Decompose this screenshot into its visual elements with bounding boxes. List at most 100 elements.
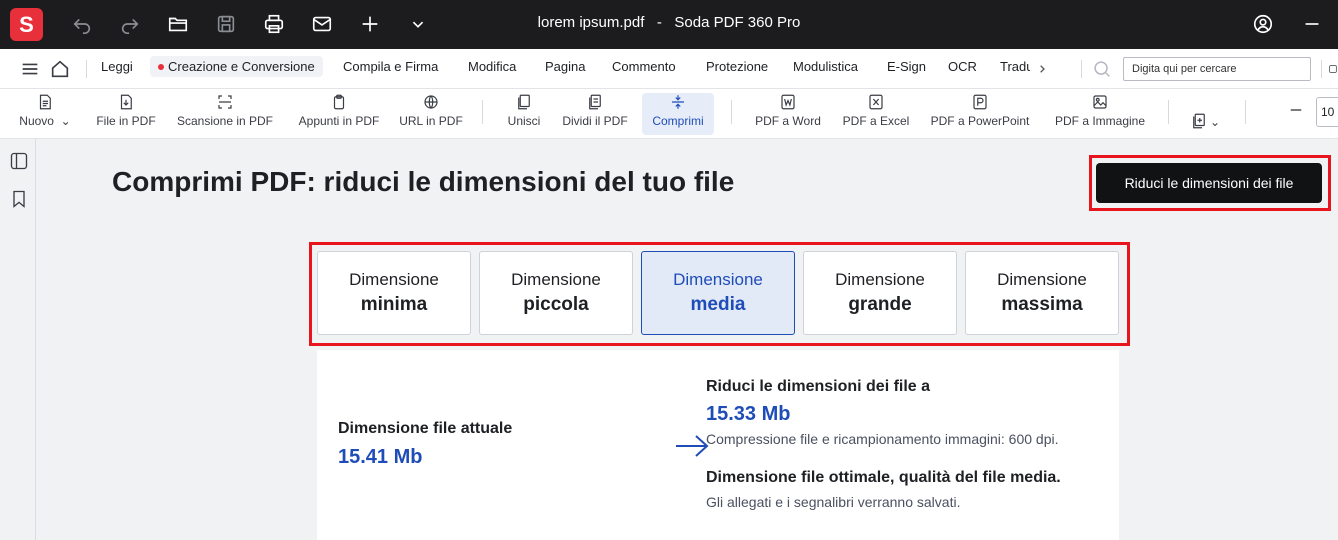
quality-note: Gli allegati e i segnalibri verranno sal…: [706, 494, 961, 510]
minimize-icon[interactable]: [1300, 12, 1324, 36]
title-bar: S lorem ipsum.pdf - Soda PDF 360 Pro: [0, 0, 1338, 49]
tool-label: PDF a Immagine: [1054, 114, 1146, 128]
window-title: lorem ipsum.pdf - Soda PDF 360 Pro: [0, 14, 1338, 31]
tool-dividi[interactable]: Dividi il PDF: [560, 93, 630, 135]
option-media[interactable]: Dimensione media: [641, 251, 795, 335]
tool-pdf-excel[interactable]: PDF a Excel: [842, 93, 910, 135]
option-line2: massima: [1001, 294, 1083, 315]
tool-add-page[interactable]: ⌄: [1190, 101, 1230, 143]
left-sidebar: [0, 139, 36, 540]
menu-item-modifica[interactable]: Modifica: [468, 59, 516, 74]
panel-icon[interactable]: [9, 150, 29, 172]
menu-item-protezione[interactable]: Protezione: [706, 59, 768, 74]
option-grande[interactable]: Dimensione grande: [803, 251, 957, 335]
menu-divider: [86, 60, 87, 78]
tool-pdf-immagine[interactable]: PDF a Immagine: [1049, 93, 1151, 135]
option-line2: grande: [848, 294, 912, 315]
split-icon: [589, 94, 601, 110]
menu-item-leggi[interactable]: Leggi: [101, 59, 133, 74]
search-input[interactable]: Digita qui per cercare: [1123, 57, 1311, 81]
menu-item-creazione-conversione[interactable]: Creazione e Conversione: [150, 56, 323, 77]
toolbar-divider: [482, 100, 483, 124]
tool-pdf-word[interactable]: PDF a Word: [752, 93, 824, 135]
image-icon: [1093, 95, 1107, 109]
chevron-right-icon[interactable]: [1034, 57, 1050, 81]
open-folder-icon[interactable]: [166, 12, 190, 36]
active-dot: [158, 63, 164, 70]
tool-label: Scansione in PDF: [176, 114, 274, 128]
tool-unisci[interactable]: Unisci: [502, 93, 546, 135]
panel-toggle-icon[interactable]: [1328, 57, 1338, 81]
word-icon: [781, 94, 795, 110]
menu-divider: [1081, 60, 1082, 78]
home-icon[interactable]: [48, 57, 72, 81]
option-line2: piccola: [523, 294, 589, 315]
menu-item-compila-firma[interactable]: Compila e Firma: [343, 59, 438, 74]
option-line1: Dimensione: [997, 270, 1087, 289]
plus-icon[interactable]: [358, 12, 382, 36]
tool-comprimi[interactable]: Comprimi: [642, 93, 714, 135]
file-name: lorem ipsum.pdf: [537, 14, 645, 31]
tool-nuovo[interactable]: Nuovo ⌄: [14, 93, 76, 135]
tool-scansione[interactable]: Scansione in PDF: [172, 93, 278, 135]
save-icon[interactable]: [214, 12, 238, 36]
menu-divider: [1321, 60, 1322, 78]
option-line1: Dimensione: [835, 270, 925, 289]
menu-item-pagina[interactable]: Pagina: [545, 59, 585, 74]
scan-icon: [218, 95, 232, 109]
tool-pdf-powerpoint[interactable]: PDF a PowerPoint: [926, 93, 1034, 135]
option-line2: minima: [360, 294, 428, 315]
tool-label: PDF a Excel: [842, 114, 910, 128]
tool-label: File in PDF: [96, 114, 156, 128]
hamburger-menu-icon[interactable]: [18, 57, 42, 81]
option-piccola[interactable]: Dimensione piccola: [479, 251, 633, 335]
globe-icon: [424, 95, 438, 109]
redo-icon[interactable]: [118, 12, 142, 36]
tool-appunti[interactable]: Appunti in PDF: [294, 93, 384, 135]
menu-item-modulistica[interactable]: Modulistica: [793, 59, 858, 74]
quality-title: Dimensione file ottimale, qualità del fi…: [706, 469, 1061, 486]
current-size-value: 15.41 Mb: [338, 446, 423, 468]
excel-icon: [869, 94, 883, 110]
tool-label: Unisci: [507, 114, 541, 128]
option-line1: Dimensione: [673, 270, 763, 289]
option-line1: Dimensione: [511, 270, 601, 289]
merge-icon: [518, 94, 530, 110]
zoom-input[interactable]: 10: [1316, 97, 1338, 127]
powerpoint-icon: [973, 94, 987, 110]
search-icon[interactable]: [1090, 57, 1114, 81]
app-logo[interactable]: S: [10, 8, 43, 41]
tool-label: Appunti in PDF: [298, 114, 380, 128]
chevron-down-icon[interactable]: [406, 12, 430, 36]
tool-label: PDF a PowerPoint: [930, 114, 1030, 128]
title-separator: -: [656, 14, 662, 31]
tool-file-in-pdf[interactable]: File in PDF: [94, 93, 158, 135]
menu-item-esign[interactable]: E-Sign: [887, 59, 926, 74]
mail-icon[interactable]: [310, 12, 334, 36]
menu-item-traduci[interactable]: Tradu: [1000, 59, 1030, 74]
menu-bar: Leggi Creazione e Conversione Compila e …: [0, 49, 1338, 89]
compress-icon: [672, 95, 684, 109]
undo-icon[interactable]: [70, 12, 94, 36]
bookmark-icon[interactable]: [9, 188, 29, 210]
app-name: Soda PDF 360 Pro: [674, 14, 801, 31]
minus-icon: [1290, 109, 1302, 111]
chevron-down-icon: ⌄: [60, 114, 71, 128]
add-page-icon: [1193, 113, 1205, 128]
print-icon[interactable]: [262, 12, 286, 36]
tool-label: Comprimi: [652, 114, 704, 128]
tool-label: URL in PDF: [399, 114, 463, 128]
toolbar-divider: [731, 100, 732, 124]
option-massima[interactable]: Dimensione massima: [965, 251, 1119, 335]
tool-url[interactable]: URL in PDF: [398, 93, 464, 135]
chevron-down-icon: ⌄: [1210, 115, 1221, 129]
file-to-pdf-icon: [120, 94, 132, 110]
option-minima[interactable]: Dimensione minima: [317, 251, 471, 335]
account-icon[interactable]: [1251, 12, 1275, 36]
zoom-out-button[interactable]: [1286, 101, 1306, 143]
clipboard-icon: [333, 94, 345, 110]
menu-item-ocr[interactable]: OCR: [948, 59, 977, 74]
target-size-value: 15.33 Mb: [706, 403, 791, 425]
reduce-size-button[interactable]: Riduci le dimensioni dei file: [1096, 163, 1322, 203]
menu-item-commento[interactable]: Commento: [612, 59, 676, 74]
